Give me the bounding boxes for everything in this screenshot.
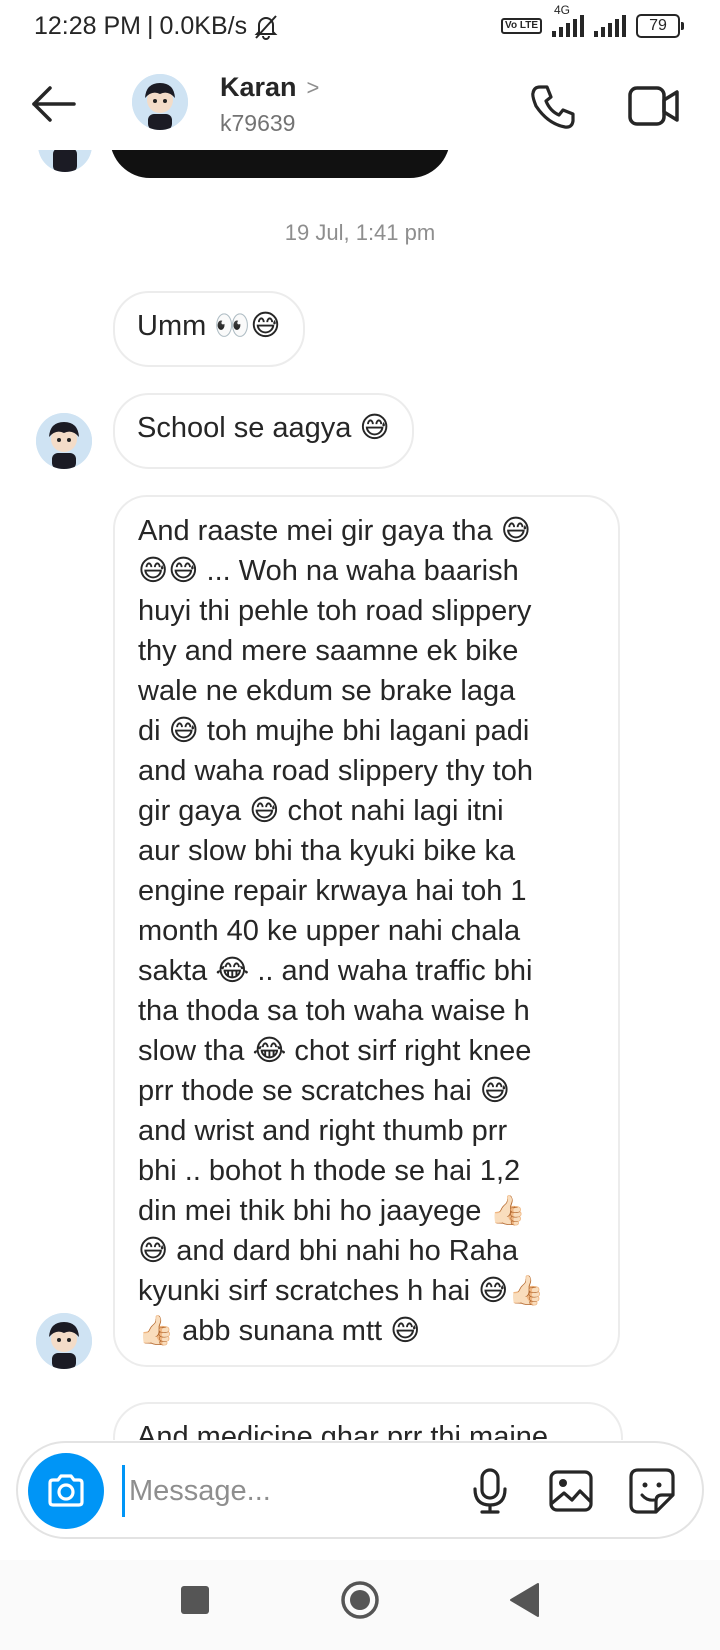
contact-username: k79639 (220, 110, 296, 136)
signal-bars-2-icon (594, 15, 626, 37)
message-bubble[interactable]: School se aagya 😅 (113, 393, 414, 469)
signal-bars-icon (552, 15, 584, 37)
home-icon[interactable] (340, 1580, 380, 1620)
message-thread[interactable]: 19 Jul, 1:41 pm Umm 👀😅 School se aagya 😅… (0, 150, 720, 1440)
recents-icon[interactable] (181, 1586, 209, 1614)
status-separator: | (147, 12, 154, 40)
muted-bell-icon (254, 14, 278, 40)
battery-indicator: 79 (636, 14, 684, 38)
microphone-icon[interactable] (470, 1467, 510, 1515)
media-message[interactable] (110, 150, 450, 178)
avatar[interactable] (132, 74, 188, 130)
image-icon[interactable] (548, 1469, 594, 1513)
message-composer (16, 1441, 704, 1539)
status-bar: 12:28 PM | 0.0KB/s Vo LTE 4G 79 (0, 0, 720, 54)
avatar-image-icon (36, 413, 92, 469)
message-text: And medicine ghar prr thi maine (137, 1421, 549, 1440)
message-timestamp: 19 Jul, 1:41 pm (284, 220, 436, 245)
avatar[interactable] (36, 413, 92, 469)
system-nav-bar (0, 1560, 720, 1650)
contact-name-row[interactable]: Karan > (220, 72, 319, 103)
message-text: Umm 👀😅 (137, 310, 281, 342)
sticker-icon[interactable] (628, 1467, 676, 1515)
message-bubble[interactable]: And raaste mei gir gaya tha 😅 😅😅 ... Woh… (113, 495, 620, 1367)
phone-icon[interactable] (528, 82, 578, 132)
message-text: School se aagya 😅 (137, 412, 390, 444)
status-time: 12:28 PM (34, 12, 142, 40)
video-camera-icon[interactable] (628, 84, 680, 128)
camera-button[interactable] (28, 1453, 104, 1529)
message-text: And raaste mei gir gaya tha 😅 😅😅 ... Woh… (138, 515, 545, 1347)
arrow-left-icon[interactable] (30, 84, 78, 124)
network-type: 4G (554, 3, 571, 17)
back-triangle-icon[interactable] (508, 1582, 540, 1618)
message-bubble[interactable]: And medicine ghar prr thi maine (113, 1402, 623, 1440)
message-bubble[interactable]: Umm 👀😅 (113, 291, 305, 367)
message-input[interactable] (122, 1465, 422, 1517)
avatar (38, 150, 92, 172)
volte-badge: Vo LTE (501, 18, 542, 34)
avatar-image-icon (38, 150, 92, 172)
avatar-image-icon (36, 1313, 92, 1369)
network-signal: 4G (552, 3, 584, 37)
avatar[interactable] (36, 1313, 92, 1369)
status-right: Vo LTE 4G 79 (501, 3, 684, 38)
contact-name[interactable]: Karan (220, 72, 297, 103)
camera-icon (48, 1474, 84, 1507)
status-left: 12:28 PM | 0.0KB/s (34, 12, 279, 41)
avatar-image-icon (132, 74, 188, 130)
status-data-rate: 0.0KB/s (159, 12, 248, 40)
chevron-right-icon: > (306, 74, 320, 100)
chat-header: Karan > k79639 (0, 60, 720, 150)
